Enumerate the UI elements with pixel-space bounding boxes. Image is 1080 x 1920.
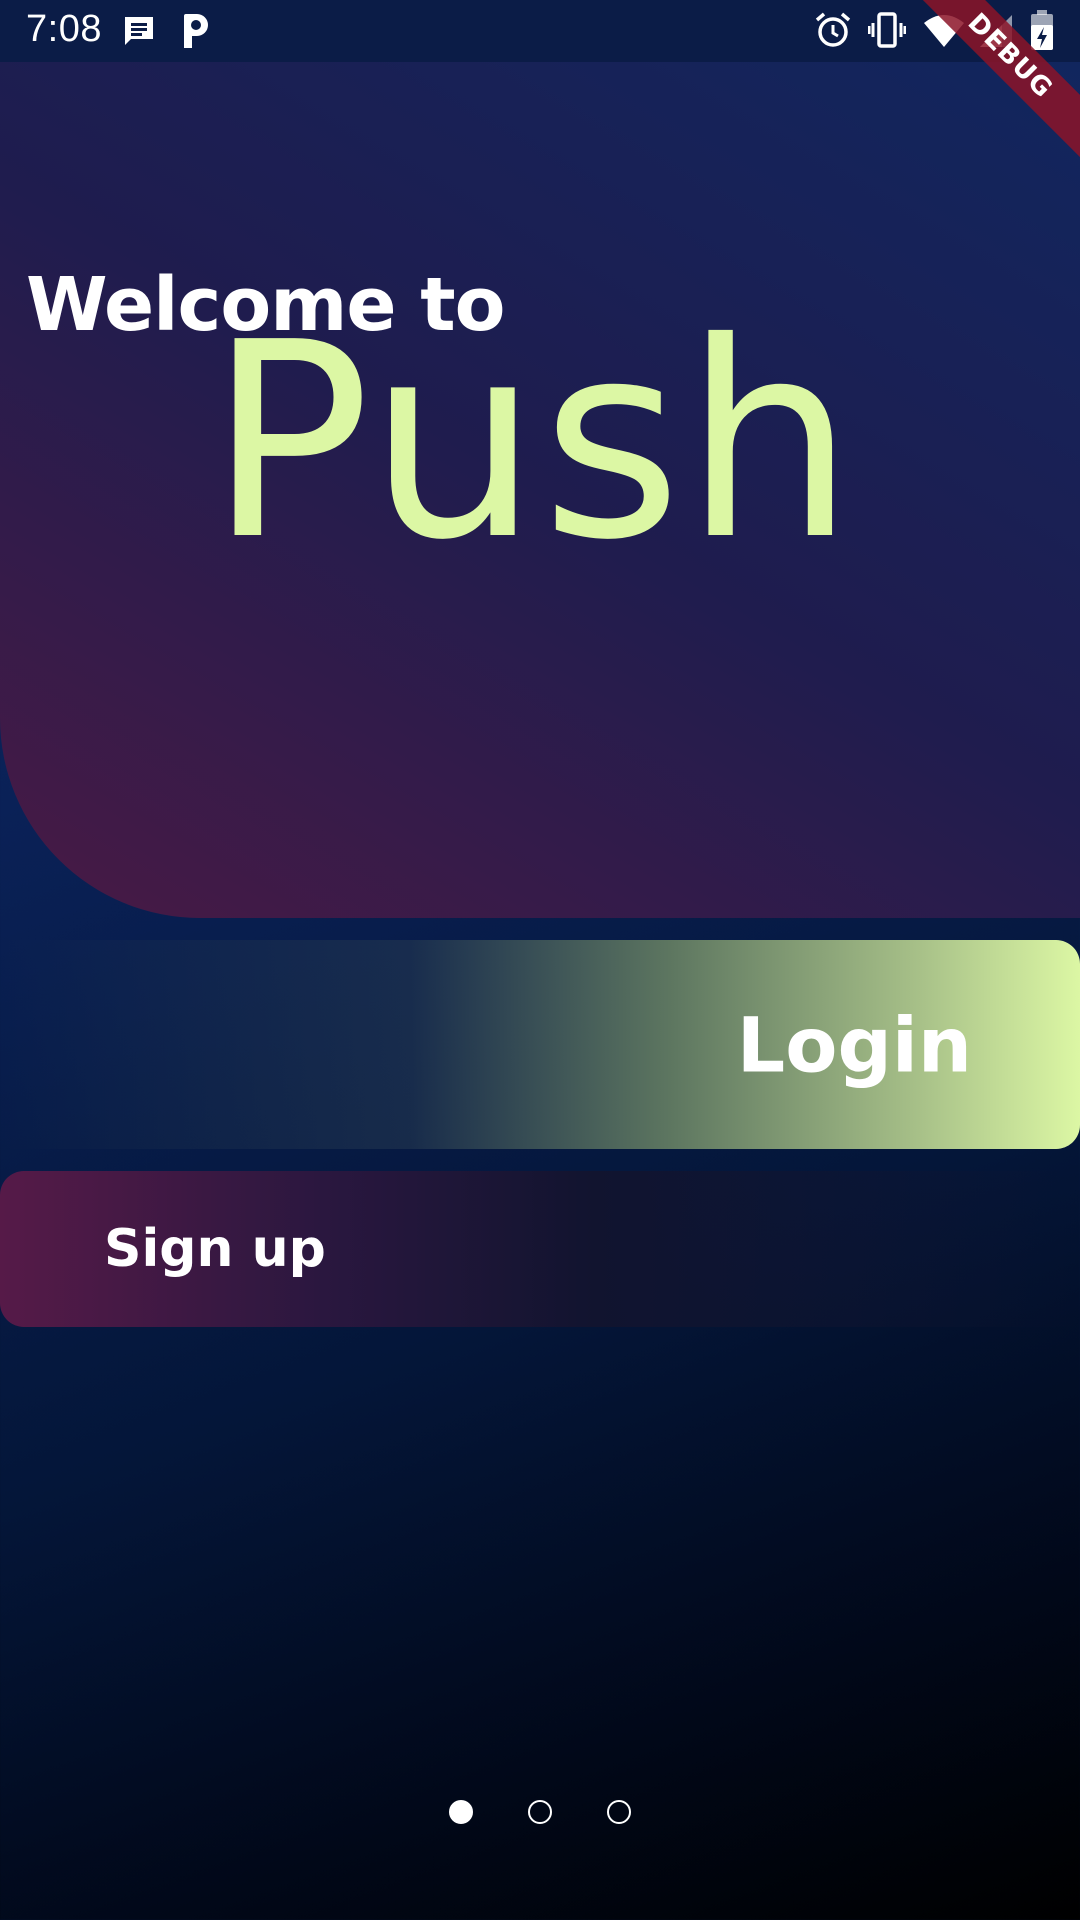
status-time: 7:08 [26, 8, 102, 50]
message-icon [122, 14, 156, 52]
page-dot-2[interactable] [528, 1800, 552, 1824]
page-indicator [0, 1800, 1080, 1828]
login-label: Login [736, 1000, 972, 1089]
p-app-icon [182, 12, 210, 54]
signup-label: Sign up [104, 1219, 326, 1279]
login-button[interactable]: Login [0, 940, 1080, 1149]
page-dot-1[interactable] [449, 1800, 473, 1824]
alarm-icon [814, 11, 852, 53]
status-bar: 7:08 [0, 0, 1080, 62]
app-title: Push [208, 284, 857, 599]
vibrate-icon [867, 11, 907, 53]
page-dot-3[interactable] [607, 1800, 631, 1824]
signup-button[interactable]: Sign up [0, 1171, 1080, 1327]
